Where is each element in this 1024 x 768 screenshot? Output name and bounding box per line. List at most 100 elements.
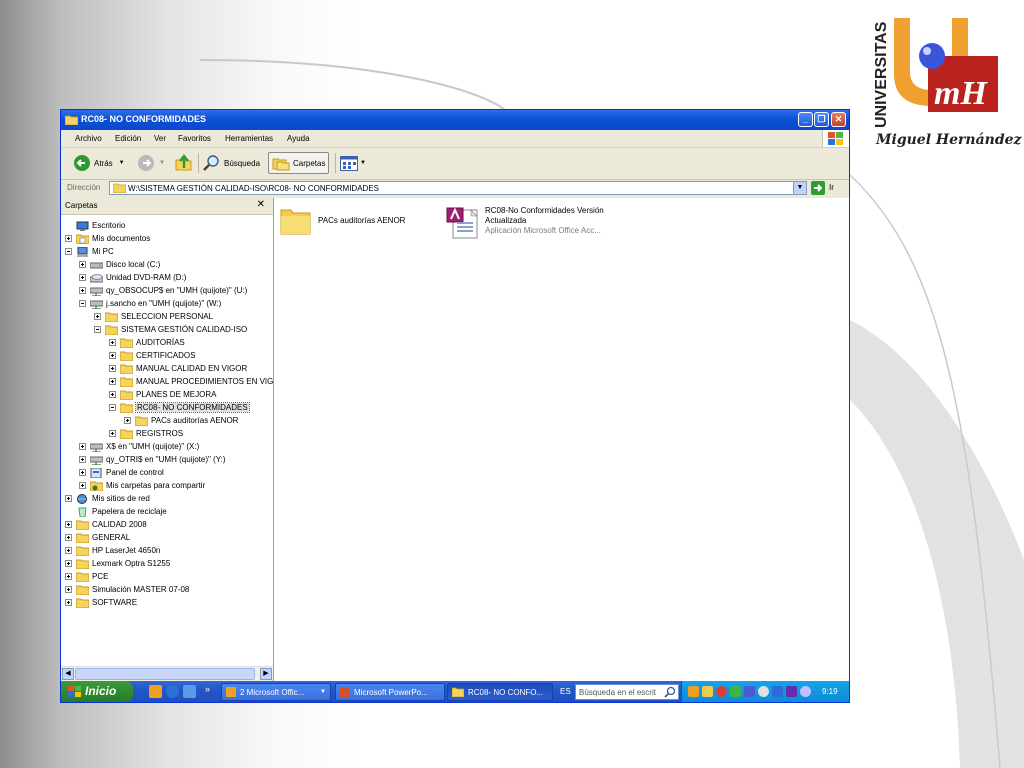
horizontal-scrollbar[interactable]: ◀ ▶: [61, 666, 273, 681]
menu-ver[interactable]: Ver: [154, 134, 166, 143]
logo-caption: Miguel Hernández: [876, 132, 1022, 148]
tray-audio-icon[interactable]: [772, 686, 783, 697]
back-button[interactable]: Atrás ▼: [73, 152, 125, 174]
menu-herramientas[interactable]: Herramientas: [225, 134, 273, 143]
desktop-search-input[interactable]: Búsqueda en el escrit: [575, 684, 679, 700]
tree-item-lexmark[interactable]: Lexmark Optra S1255: [65, 557, 170, 570]
language-indicator[interactable]: ES: [560, 687, 571, 696]
search-icon: [664, 686, 676, 698]
tree-item-rc08[interactable]: RC08- NO CONFORMIDADES: [109, 401, 250, 414]
toolbar-separator: [335, 153, 336, 173]
scroll-right-icon[interactable]: ▶: [260, 668, 272, 680]
tree-item-network-drive-y[interactable]: qy_OTRI$ en "UMH (quijote)" (Y:): [79, 453, 226, 466]
tree-item-calidad-2008[interactable]: CALIDAD 2008: [65, 518, 147, 531]
documents-folder-icon: [76, 234, 89, 244]
tray-monitor-icon[interactable]: [786, 686, 797, 697]
tree-item-registros[interactable]: REGISTROS: [109, 427, 183, 440]
tree-item-seleccion-personal[interactable]: SELECCION PERSONAL: [94, 310, 213, 323]
tree-item-network-drive-x[interactable]: X$ en "UMH (quijote)" (X:): [79, 440, 199, 453]
access-file-name-line1: RC08-No Conformidades Versión: [485, 206, 604, 215]
close-button[interactable]: ✕: [831, 112, 846, 127]
task-powerpoint[interactable]: Microsoft PowerPo...: [335, 683, 445, 701]
start-button[interactable]: Inicio: [61, 681, 133, 702]
views-button[interactable]: ▼: [340, 152, 366, 174]
tree-item-papelera[interactable]: Papelera de reciclaje: [65, 505, 167, 518]
go-button[interactable]: Ir: [829, 183, 834, 192]
folder-icon: [76, 559, 89, 569]
close-pane-icon[interactable]: ✕: [257, 199, 265, 210]
tree-item-mis-sitios-red[interactable]: Mis sitios de red: [65, 492, 150, 505]
restore-button[interactable]: ❐: [814, 112, 829, 127]
address-bar: Dirección W:\SISTEMA GESTIÓN CALIDAD-ISO…: [61, 179, 849, 199]
menu-ayuda[interactable]: Ayuda: [287, 134, 310, 143]
go-arrow-icon[interactable]: [811, 181, 825, 195]
tree-item-manual-procedimientos[interactable]: MANUAL PROCEDIMIENTOS EN VIGOR: [109, 375, 273, 388]
tree-item-dvd-ram[interactable]: Unidad DVD-RAM (D:): [79, 271, 186, 284]
menu-favoritos[interactable]: Favoritos: [178, 134, 211, 143]
tree-item-software[interactable]: SOFTWARE: [65, 596, 137, 609]
folder-icon: [105, 312, 118, 322]
open-folder-icon: [120, 403, 133, 413]
tray-office-icon[interactable]: [688, 686, 699, 697]
clock: 9:19: [822, 687, 838, 696]
tree-item-manual-calidad[interactable]: MANUAL CALIDAD EN VIGOR: [109, 362, 247, 375]
tray-update-icon[interactable]: [800, 686, 811, 697]
menu-archivo[interactable]: Archivo: [75, 134, 102, 143]
tree-item-network-drive-w[interactable]: j.sancho en "UMH (quijote)" (W:): [79, 297, 221, 310]
tree-item-pacs[interactable]: PACs auditorías AENOR: [124, 414, 238, 427]
folder-icon: [120, 377, 133, 387]
shared-folder-icon: [90, 481, 103, 491]
tree-item-disco-local[interactable]: Disco local (C:): [79, 258, 160, 271]
menu-edicion[interactable]: Edición: [115, 134, 141, 143]
task-explorer[interactable]: RC08- NO CONFO...: [447, 683, 553, 701]
tree-item-panel-control[interactable]: Panel de control: [79, 466, 164, 479]
folder-icon: [452, 687, 464, 697]
tree-item-simulacion-master[interactable]: Simulación MASTER 07-08: [65, 583, 189, 596]
address-input[interactable]: W:\SISTEMA GESTIÓN CALIDAD-ISO\RC08- NO …: [109, 181, 807, 195]
task-office[interactable]: 2 Microsoft Offic... ▼: [221, 683, 331, 701]
tree-item-escritorio[interactable]: Escritorio: [65, 219, 125, 232]
svg-text:UNIVERSITAS: UNIVERSITAS: [873, 21, 890, 128]
access-file-name-line2: Actualizada: [485, 216, 527, 225]
folders-toggle-button[interactable]: Carpetas: [268, 152, 330, 174]
address-dropdown-icon[interactable]: ▼: [793, 182, 806, 194]
tree-item-certificados[interactable]: CERTIFICADOS: [109, 349, 195, 362]
network-drive-icon: [90, 443, 103, 452]
tree-item-network-drive-u[interactable]: qy_OBSOCUP$ en "UMH (quijote)" (U:): [79, 284, 247, 297]
windows-flag-icon: [822, 130, 849, 147]
tree-item-hp-laserjet[interactable]: HP LaserJet 4650n: [65, 544, 160, 557]
tray-shield-icon[interactable]: [716, 686, 727, 697]
minimize-button[interactable]: _: [798, 112, 813, 127]
taskbar: Inicio » 2 Microsoft Offic... ▼ Microsof…: [61, 681, 849, 702]
folder-icon: [65, 115, 78, 125]
tray-folder-icon[interactable]: [702, 686, 713, 697]
file-item-access-db[interactable]: RC08-No Conformidades Versión Actualizad…: [445, 206, 604, 240]
forward-button[interactable]: ▼: [137, 152, 165, 174]
office-quicklaunch-icon[interactable]: [149, 685, 162, 698]
desktop-icon: [76, 221, 89, 231]
tray-messenger-icon[interactable]: [730, 686, 741, 697]
tree-item-mis-documentos[interactable]: Mis documentos: [65, 232, 150, 245]
window-title: RC08- NO CONFORMIDADES: [81, 114, 207, 124]
quicklaunch-chevron[interactable]: »: [205, 684, 210, 694]
tree-item-pce[interactable]: PCE: [65, 570, 108, 583]
tree-item-general[interactable]: GENERAL: [65, 531, 130, 544]
tree-item-mi-pc[interactable]: Mi PC: [65, 245, 114, 258]
file-item-pacs-folder[interactable]: PACs auditorías AENOR: [280, 206, 405, 236]
tree-item-mis-carpetas-compartir[interactable]: Mis carpetas para compartir: [79, 479, 205, 492]
title-bar[interactable]: RC08- NO CONFORMIDADES _ ❐ ✕: [61, 110, 849, 130]
scroll-thumb[interactable]: [75, 668, 255, 680]
desktop-quicklaunch-icon[interactable]: [183, 685, 196, 698]
explorer-window[interactable]: RC08- NO CONFORMIDADES _ ❐ ✕ Archivo Edi…: [60, 109, 850, 703]
tray-search-icon[interactable]: [758, 686, 769, 697]
scroll-left-icon[interactable]: ◀: [62, 668, 74, 680]
ie-quicklaunch-icon[interactable]: [166, 685, 179, 698]
tree-item-auditorias[interactable]: AUDITORÍAS: [109, 336, 185, 349]
search-button[interactable]: Búsqueda: [203, 152, 260, 174]
tree-item-sistema-gestion[interactable]: SISTEMA GESTIÓN CALIDAD-ISO: [94, 323, 247, 336]
tray-network-icon[interactable]: [744, 686, 755, 697]
system-tray: 9:19: [681, 681, 849, 702]
tree-item-planes-mejora[interactable]: PLANES DE MEJORA: [109, 388, 216, 401]
up-folder-button[interactable]: [175, 152, 193, 174]
folder-icon: [76, 572, 89, 582]
